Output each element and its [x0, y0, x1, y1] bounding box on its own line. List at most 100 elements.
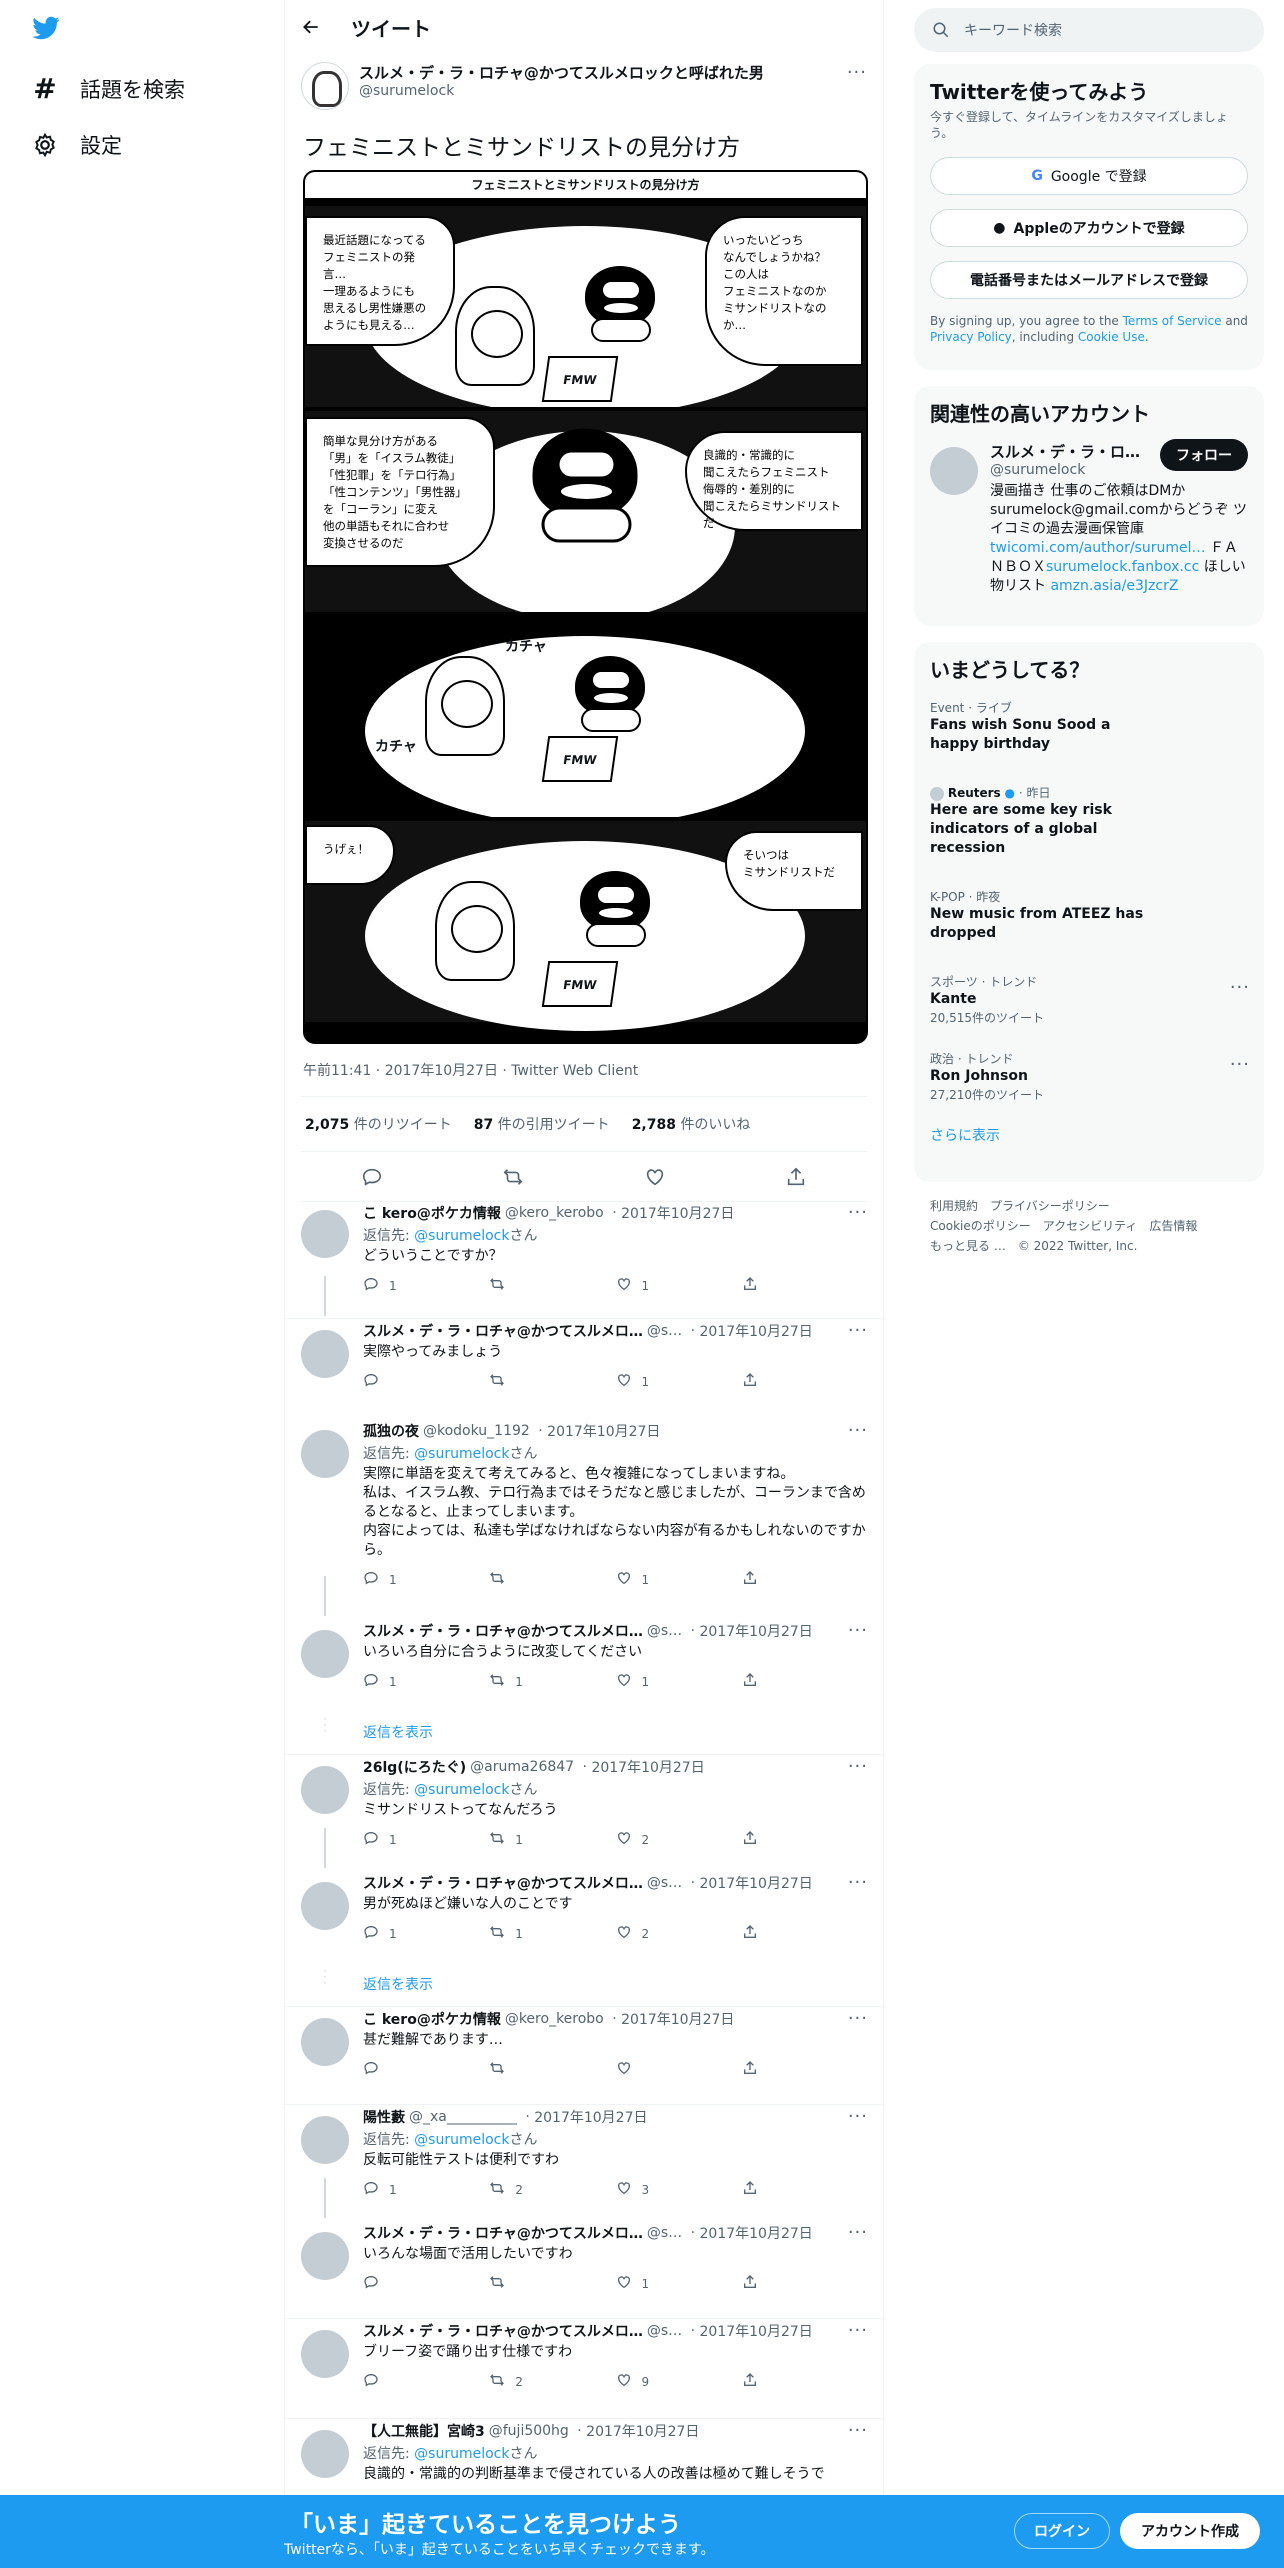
more-icon[interactable]: ···: [848, 2320, 868, 2341]
reply-tweet[interactable]: スルメ・デ・ラ・ロチャ@かつてスルメロ… @s… · 2017年10月27日 ···…: [363, 1872, 868, 1943]
reply-tweet[interactable]: 26lg(にろたぐ) @aruma26847 · 2017年10月27日 ··· 返信…: [363, 1756, 868, 1849]
reply-icon[interactable]: [361, 1166, 383, 1188]
reply-button[interactable]: 1: [363, 2180, 489, 2199]
back-arrow-icon[interactable]: [301, 17, 321, 37]
tweet-meta[interactable]: 午前11:41 · 2017年10月27日 · Twitter Web Clie…: [303, 1060, 638, 1080]
avatar[interactable]: [301, 62, 349, 110]
share-button[interactable]: [742, 1672, 868, 1691]
reply-author-name[interactable]: スルメ・デ・ラ・ロチャ@かつてスルメロ…: [363, 1873, 643, 1893]
more-icon[interactable]: ···: [848, 2222, 868, 2243]
reply-button[interactable]: 1: [363, 1672, 489, 1691]
reply-to-link[interactable]: @surumelock: [414, 1228, 509, 1244]
reply-author-name[interactable]: スルメ・デ・ラ・ロチャ@かつてスルメロ…: [363, 1621, 643, 1641]
reply-button[interactable]: [363, 1372, 489, 1391]
reply-author-name[interactable]: こ kero@ポケカ情報: [363, 1203, 501, 1223]
reply-tweet[interactable]: 陽性藪 @_xa__________ · 2017年10月27日 ··· 返信先: @…: [363, 2106, 868, 2199]
reply-author-name[interactable]: スルメ・デ・ラ・ロチャ@かつてスルメロ…: [363, 2223, 643, 2243]
reply-author-handle[interactable]: @fuji500hg: [489, 2423, 569, 2439]
more-icon[interactable]: ···: [848, 1202, 868, 1223]
reply-date[interactable]: 2017年10月27日: [700, 1873, 813, 1893]
reply-date[interactable]: 2017年10月27日: [700, 2321, 813, 2341]
reply-button[interactable]: 1: [363, 1276, 489, 1295]
retweet-button[interactable]: 1: [489, 1924, 615, 1943]
trend-item[interactable]: 政治 · トレンド Ron Johnson 27,210件のツイート ···: [914, 1042, 1264, 1111]
reply-author-handle[interactable]: @s…: [647, 2225, 682, 2241]
related-account[interactable]: スルメ・デ・ラ・ロ… @surumelock フォロー 漫画描き 仕事のご依頼は…: [914, 431, 1264, 606]
reply-button[interactable]: [363, 2274, 489, 2293]
more-icon[interactable]: ···: [848, 2420, 868, 2441]
author-handle[interactable]: @surumelock: [359, 83, 837, 99]
reply-date[interactable]: 2017年10月27日: [621, 2009, 734, 2029]
share-icon[interactable]: [785, 1166, 807, 1188]
retweet-icon[interactable]: [502, 1166, 524, 1188]
retweet-button[interactable]: [489, 2060, 615, 2079]
show-more-trends[interactable]: さらに表示: [914, 1111, 1264, 1159]
avatar[interactable]: [301, 1766, 349, 1814]
more-icon[interactable]: ···: [848, 1420, 868, 1441]
avatar[interactable]: [301, 2430, 349, 2478]
trend-item[interactable]: Event · ライブ Fans wish Sonu Sood a happy …: [914, 691, 1264, 762]
more-icon[interactable]: ···: [848, 1756, 868, 1777]
like-count[interactable]: 2,788 件のいいね: [632, 1114, 751, 1134]
avatar[interactable]: [301, 1430, 349, 1478]
avatar[interactable]: [301, 1210, 349, 1258]
retweet-button[interactable]: [489, 1372, 615, 1391]
reply-tweet[interactable]: スルメ・デ・ラ・ロチャ@かつてスルメロ… @s… · 2017年10月27日 ···…: [363, 1620, 868, 1691]
bio-link[interactable]: amzn.asia/e3JzcrZ: [1050, 578, 1178, 594]
reply-date[interactable]: 2017年10月27日: [621, 1203, 734, 1223]
more-icon[interactable]: ···: [848, 1320, 868, 1341]
retweet-button[interactable]: 2: [489, 2180, 615, 2199]
reply-author-name[interactable]: 【人工無能】宮崎3: [363, 2421, 485, 2441]
reply-author-name[interactable]: 26lg(にろたぐ): [363, 1757, 466, 1777]
search-input[interactable]: キーワード検索: [914, 8, 1264, 52]
share-button[interactable]: [742, 1276, 868, 1295]
trend-item[interactable]: スポーツ · トレンド Kante 20,515件のツイート ···: [914, 965, 1264, 1034]
reply-button[interactable]: 1: [363, 1830, 489, 1849]
share-button[interactable]: [742, 2060, 868, 2079]
reply-author-handle[interactable]: @kodoku_1192: [423, 1423, 530, 1439]
share-button[interactable]: [742, 1924, 868, 1943]
reply-author-handle[interactable]: @s…: [647, 1623, 682, 1639]
avatar[interactable]: [301, 2232, 349, 2280]
retweet-button[interactable]: 1: [489, 1830, 615, 1849]
more-icon[interactable]: ···: [848, 1620, 868, 1641]
like-icon[interactable]: [644, 1166, 666, 1188]
nav-explore[interactable]: # 話題を検索: [32, 72, 185, 105]
reply-tweet[interactable]: スルメ・デ・ラ・ロチャ@かつてスルメロ… @s… · 2017年10月27日 ···…: [363, 1320, 868, 1391]
retweet-button[interactable]: [489, 1276, 615, 1295]
reply-to-link[interactable]: @surumelock: [414, 2132, 509, 2148]
share-button[interactable]: [742, 2274, 868, 2293]
reply-date[interactable]: 2017年10月27日: [586, 2421, 699, 2441]
retweet-button[interactable]: [489, 1570, 615, 1589]
reply-button[interactable]: [363, 2060, 489, 2079]
nav-settings[interactable]: 設定: [32, 130, 122, 160]
avatar[interactable]: [301, 2018, 349, 2066]
like-button[interactable]: 1: [616, 2274, 742, 2293]
reply-date[interactable]: 2017年10月27日: [591, 1757, 704, 1777]
more-icon[interactable]: ···: [1230, 977, 1250, 998]
show-replies-link[interactable]: 返信を表示: [363, 1974, 433, 1994]
like-button[interactable]: 1: [616, 1372, 742, 1391]
more-icon[interactable]: ···: [848, 2106, 868, 2127]
reply-tweet[interactable]: こ kero@ポケカ情報 @kero_kerobo · 2017年10月27日 ··…: [363, 1202, 868, 1295]
terms-link[interactable]: Terms of Service: [1123, 314, 1222, 328]
retweet-button[interactable]: 1: [489, 1672, 615, 1691]
avatar[interactable]: [301, 1630, 349, 1678]
reply-to-link[interactable]: @surumelock: [414, 1446, 509, 1462]
signup-button[interactable]: アカウント作成: [1120, 2513, 1260, 2549]
reply-author-handle[interactable]: @aruma26847: [470, 1759, 574, 1775]
like-button[interactable]: 1: [616, 1672, 742, 1691]
quote-count[interactable]: 87 件の引用ツイート: [474, 1114, 610, 1134]
like-button[interactable]: 1: [616, 1276, 742, 1295]
reply-author-handle[interactable]: @s…: [647, 1323, 682, 1339]
reply-author-name[interactable]: 陽性藪: [363, 2107, 405, 2127]
follow-button[interactable]: フォロー: [1160, 439, 1248, 471]
avatar[interactable]: [301, 2330, 349, 2378]
reply-tweet[interactable]: 孤独の夜 @kodoku_1192 · 2017年10月27日 ··· 返信先: @s…: [363, 1420, 868, 1589]
more-icon[interactable]: ···: [848, 2008, 868, 2029]
reply-date[interactable]: 2017年10月27日: [547, 1421, 660, 1441]
apple-signup-button[interactable]: ● Appleのアカウントで登録: [930, 209, 1248, 247]
reply-date[interactable]: 2017年10月27日: [700, 2223, 813, 2243]
phone-signup-button[interactable]: 電話番号またはメールアドレスで登録: [930, 261, 1248, 299]
cookie-link[interactable]: Cookie Use: [1078, 330, 1145, 344]
